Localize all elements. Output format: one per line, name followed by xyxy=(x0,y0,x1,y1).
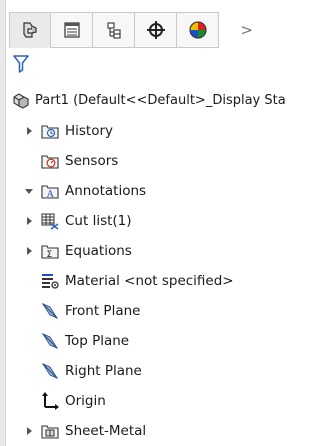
dimxpert-manager-tab[interactable] xyxy=(135,12,177,48)
property-manager-tab[interactable] xyxy=(51,12,93,48)
tree-item-history[interactable]: History xyxy=(25,116,113,146)
tab-overflow-button[interactable]: > xyxy=(219,12,255,48)
tree-item-label: Sensors xyxy=(65,153,119,169)
panel-left-edge xyxy=(0,0,6,446)
origin-icon xyxy=(41,392,59,410)
configuration-manager-tab[interactable] xyxy=(93,12,135,48)
history-folder-icon xyxy=(41,122,59,140)
tree-root-part[interactable]: Part1 (Default<<Default>_Display Sta xyxy=(12,86,286,116)
feature-tree-icon xyxy=(20,20,40,40)
tree-item-right-plane[interactable]: Right Plane xyxy=(25,356,142,386)
tree-item-label: Right Plane xyxy=(65,363,142,379)
tree-item-label: Top Plane xyxy=(65,333,130,349)
tree-root-label: Part1 (Default<<Default>_Display Sta xyxy=(35,93,286,108)
tree-item-material[interactable]: Material <not specified> xyxy=(25,266,234,296)
filter-icon[interactable] xyxy=(13,55,29,73)
configuration-icon xyxy=(105,21,123,39)
tree-item-label: Origin xyxy=(65,393,106,409)
sensors-folder-icon xyxy=(41,152,59,170)
part-icon xyxy=(12,92,30,110)
expand-arrow-icon[interactable] xyxy=(25,217,33,225)
cut-list-icon xyxy=(41,212,59,230)
expand-arrow-icon[interactable] xyxy=(25,427,33,435)
tree-item-front-plane[interactable]: Front Plane xyxy=(25,296,140,326)
expand-arrow-icon[interactable] xyxy=(25,127,33,135)
tree-item-top-plane[interactable]: Top Plane xyxy=(25,326,129,356)
tree-item-equations[interactable]: Σ Equations xyxy=(25,236,132,266)
tree-item-label: Front Plane xyxy=(65,303,141,319)
tree-item-cut-list[interactable]: Cut list(1) xyxy=(25,206,132,236)
tree-item-sensors[interactable]: Sensors xyxy=(25,146,118,176)
plane-icon xyxy=(41,302,59,320)
equations-folder-icon: Σ xyxy=(41,242,59,260)
display-manager-tab[interactable] xyxy=(177,12,219,48)
tree-item-annotations[interactable]: A Annotations xyxy=(25,176,146,206)
sheet-metal-icon xyxy=(41,422,59,440)
expand-arrow-icon[interactable] xyxy=(25,247,33,255)
manager-tab-bar: > xyxy=(9,12,321,48)
svg-text:Σ: Σ xyxy=(47,250,53,260)
tree-item-label: Sheet-Metal xyxy=(65,423,147,439)
color-wheel-icon xyxy=(188,20,208,40)
tree-item-label: History xyxy=(65,123,114,139)
tree-item-label: Material <not specified> xyxy=(65,273,234,289)
plane-icon xyxy=(41,362,59,380)
collapse-arrow-icon[interactable] xyxy=(25,187,33,195)
crosshair-icon xyxy=(146,20,166,40)
tree-item-label: Cut list(1) xyxy=(65,213,132,229)
tree-item-sheet-metal[interactable]: Sheet-Metal xyxy=(25,416,146,446)
tree-item-label: Equations xyxy=(65,243,132,259)
feature-manager-tab[interactable] xyxy=(9,12,51,48)
svg-text:A: A xyxy=(46,190,54,200)
material-icon xyxy=(41,272,59,290)
tree-item-origin[interactable]: Origin xyxy=(25,386,106,416)
property-list-icon xyxy=(63,21,81,39)
plane-icon xyxy=(41,332,59,350)
tree-item-label: Annotations xyxy=(65,183,147,199)
annotations-folder-icon: A xyxy=(41,182,59,200)
